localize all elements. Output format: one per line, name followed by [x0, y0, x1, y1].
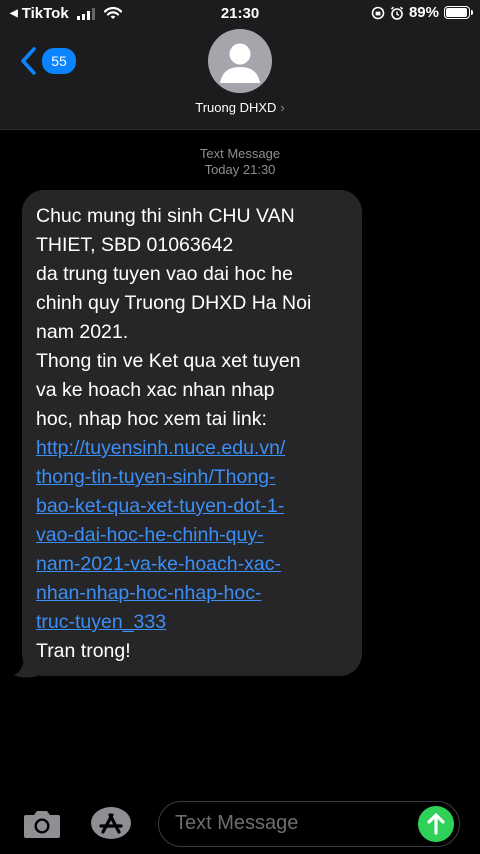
message-line: va ke hoach xac nhan nhap — [36, 379, 275, 401]
unread-count-badge: 55 — [42, 48, 76, 74]
message-line: THIET, SBD 01063642 — [36, 234, 234, 256]
contact-name-button[interactable]: Truong DHXD › — [0, 100, 480, 115]
message-line: Thong tin ve Ket qua xet tuyen — [36, 350, 301, 372]
orientation-lock-icon — [371, 6, 385, 19]
message-line: hoc, nhap hoc xem tai link: — [36, 408, 267, 430]
battery-percent: 89% — [408, 4, 439, 21]
app-store-icon[interactable] — [90, 806, 132, 840]
input-bar: Text Message — [0, 796, 480, 854]
message-link-line[interactable]: truc-tuyen_333 — [36, 608, 348, 637]
messages-screen: ◀ TikTok 21:30 89% 55 Truong DHXD › Text… — [0, 0, 480, 854]
message-input[interactable]: Text Message — [158, 801, 460, 847]
message-line: chinh quy Truong DHXD Ha Noi — [36, 292, 312, 314]
status-bar: ◀ TikTok 21:30 89% — [0, 0, 480, 26]
service-label: Text Message — [199, 146, 281, 161]
message-meta: Text Message Today 21:30 — [0, 146, 480, 178]
message-timestamp: Today 21:30 — [204, 162, 276, 177]
message-closing: Tran trong! — [36, 640, 131, 662]
message-line: Chuc mung thi sinh CHU VAN — [36, 205, 295, 227]
conversation-header: ◀ TikTok 21:30 89% 55 Truong DHXD › — [0, 0, 480, 130]
chevron-right-icon: › — [280, 100, 285, 115]
contact-name: Truong DHXD — [195, 100, 277, 115]
message-bubble[interactable]: Chuc mung thi sinh CHU VAN THIET, SBD 01… — [22, 190, 362, 676]
message-line: da trung tuyen vao dai hoc he — [36, 263, 293, 285]
battery-icon — [444, 6, 473, 19]
message-line: nam 2021. — [36, 321, 129, 343]
message-link-line[interactable]: vao-dai-hoc-he-chinh-quy- — [36, 521, 348, 550]
chevron-left-icon — [21, 47, 36, 75]
contact-avatar[interactable] — [208, 29, 272, 93]
back-button[interactable]: 55 — [18, 46, 76, 76]
message-link-line[interactable]: nam-2021-va-ke-hoach-xac- — [36, 550, 348, 579]
message-link-line[interactable]: nhan-nhap-hoc-nhap-hoc- — [36, 579, 348, 608]
person-silhouette-icon — [220, 43, 260, 83]
message-link-line[interactable]: http://tuyensinh.nuce.edu.vn/ — [36, 434, 348, 463]
alarm-icon — [390, 6, 404, 20]
send-arrow-icon[interactable] — [418, 806, 454, 842]
camera-icon[interactable] — [22, 808, 62, 840]
status-right: 89% — [371, 4, 473, 21]
message-link-line[interactable]: bao-ket-qua-xet-tuyen-dot-1- — [36, 492, 348, 521]
message-link-line[interactable]: thong-tin-tuyen-sinh/Thong- — [36, 463, 348, 492]
message-input-placeholder: Text Message — [175, 812, 299, 834]
